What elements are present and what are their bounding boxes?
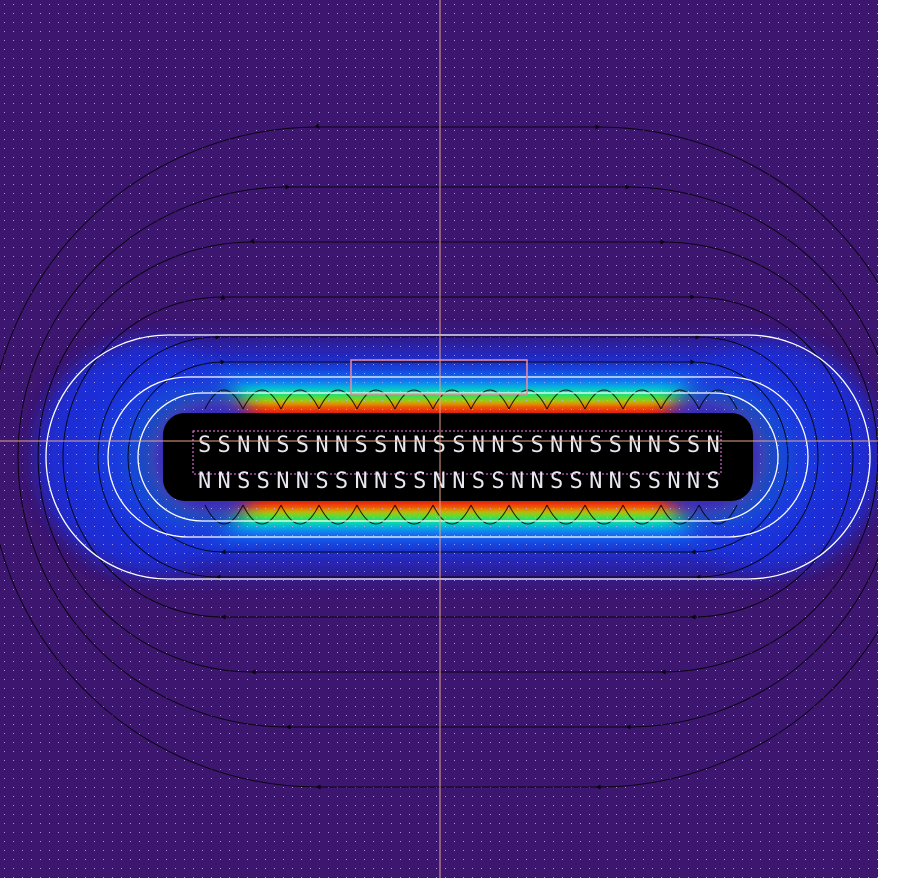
top-row-pole-4: S [276, 433, 289, 458]
bottom-row-pole-13: N [452, 469, 465, 494]
top-row-pole-1: S [218, 433, 231, 458]
bottom-row-pole-15: S [491, 469, 504, 494]
bottom-row-pole-3: S [257, 469, 270, 494]
bottom-row-pole-1: N [218, 469, 231, 494]
top-row-pole-9: S [374, 433, 387, 458]
top-row-pole-14: N [472, 433, 485, 458]
bottom-row-pole-9: N [374, 469, 387, 494]
bottom-row-pole-17: N [530, 469, 543, 494]
top-row-pole-12: S [433, 433, 446, 458]
top-row-pole-13: S [452, 433, 465, 458]
top-row-pole-5: S [296, 433, 309, 458]
bottom-row-pole-19: S [570, 469, 583, 494]
bottom-row-pole-7: S [335, 469, 348, 494]
top-row-pole-8: S [354, 433, 367, 458]
bottom-row-pole-18: S [550, 469, 563, 494]
bottom-row-pole-2: S [237, 469, 250, 494]
top-row-pole-21: S [609, 433, 622, 458]
top-row-pole-15: N [491, 433, 504, 458]
bottom-row-pole-12: N [433, 469, 446, 494]
top-row-pole-20: S [589, 433, 602, 458]
bottom-row-pole-24: N [667, 469, 680, 494]
top-row-pole-10: N [394, 433, 407, 458]
top-row-pole-7: N [335, 433, 348, 458]
top-row-pole-25: S [687, 433, 700, 458]
bottom-row-pole-22: S [628, 469, 641, 494]
top-row-pole-17: S [530, 433, 543, 458]
bottom-row-pole-5: N [296, 469, 309, 494]
bottom-row-pole-6: S [315, 469, 328, 494]
top-row-pole-6: N [315, 433, 328, 458]
top-row-pole-2: N [237, 433, 250, 458]
bottom-row-pole-0: N [198, 469, 211, 494]
top-row-pole-23: N [648, 433, 661, 458]
bottom-row-pole-20: N [589, 469, 602, 494]
bottom-row-pole-4: N [276, 469, 289, 494]
bottom-row-pole-25: N [687, 469, 700, 494]
bottom-row-pole-10: S [394, 469, 407, 494]
bottom-row-pole-16: N [511, 469, 524, 494]
bottom-row-pole-23: S [648, 469, 661, 494]
top-row-pole-22: N [628, 433, 641, 458]
top-row-pole-26: N [706, 433, 719, 458]
top-row-pole-0: S [198, 433, 211, 458]
bottom-row-pole-21: N [609, 469, 622, 494]
top-row-pole-11: N [413, 433, 426, 458]
top-row-pole-18: N [550, 433, 563, 458]
top-row-pole-3: N [257, 433, 270, 458]
bottom-row-pole-26: S [706, 469, 719, 494]
bottom-row-pole-14: S [472, 469, 485, 494]
field-canvas[interactable]: S S N N S S N N S S N N S S N N S S N N S S N N S S NN N S S N N S S N N S S N… [0, 0, 878, 878]
field-simulation-view[interactable]: SSNNSSNNSSNNSSNNSSNNSSNNSSNNNSSNNSSNNSSN… [0, 0, 878, 878]
top-row-pole-16: S [511, 433, 524, 458]
top-row-pole-24: S [667, 433, 680, 458]
top-row-pole-19: N [570, 433, 583, 458]
bottom-row-pole-11: S [413, 469, 426, 494]
bottom-row-pole-8: N [354, 469, 367, 494]
